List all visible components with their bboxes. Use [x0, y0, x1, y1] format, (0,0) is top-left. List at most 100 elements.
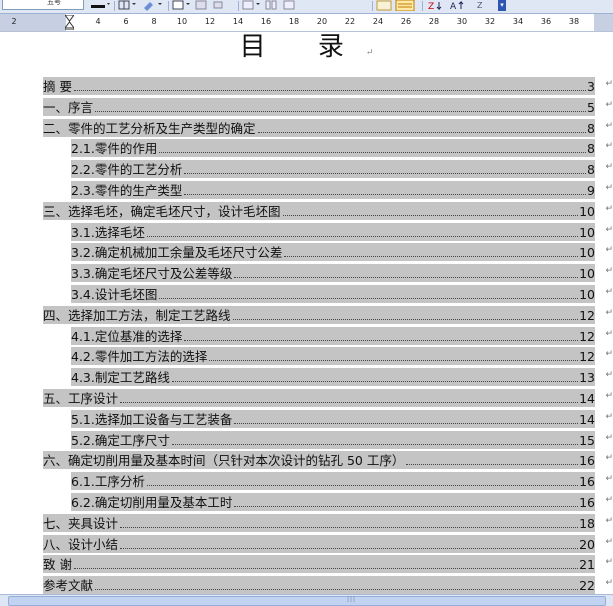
paragraph-mark: ↵: [605, 411, 613, 422]
toc-entry[interactable]: 3.1.选择毛坯 10 ↵: [43, 222, 613, 243]
toc-entry-text: 5.1.选择加工设备与工艺装备: [71, 411, 233, 427]
toc-entry-field[interactable]: 3.1.选择毛坯 10: [71, 222, 595, 241]
toc-entry-field[interactable]: 2.2.零件的工艺分析 8: [71, 160, 595, 179]
paragraph-mark: ↵: [605, 578, 613, 589]
toc-entry[interactable]: 一、序言 5 ↵: [43, 97, 613, 118]
toc-dot-leader: [184, 172, 587, 175]
toc-entry[interactable]: 6.2.确定切削用量及基本工时 16 ↵: [43, 492, 613, 513]
paragraph-mark: ↵: [605, 162, 613, 173]
toc-entry[interactable]: 六、确定切削用量及基本时间（只针对本次设计的钻孔 50 工序） 16 ↵: [43, 450, 613, 471]
ruler-tick-label: 28: [428, 17, 440, 26]
toc-entry[interactable]: 2.1.零件的作用 8 ↵: [43, 138, 613, 159]
paragraph-mark: ↵: [605, 307, 613, 318]
toc-entry[interactable]: 摘 要 3 ↵: [43, 76, 613, 97]
toc-entry[interactable]: 6.1.工序分析 16 ↵: [43, 471, 613, 492]
toc-entry-text: 三、选择毛坯，确定毛坯尺寸，设计毛坯图: [43, 203, 281, 219]
document-page[interactable]: 目 录↵ 摘 要 3 ↵ 一、序言 5 ↵ 二、零件的工艺分析及生产类型的确定 8 ↵ 2.1.零…: [0, 32, 613, 596]
sort-descending-icon[interactable]: A: [450, 0, 468, 12]
toc-entry-field[interactable]: 3.3.确定毛坯尺寸及公差等级 10: [71, 264, 595, 283]
columns-icon[interactable]: [242, 0, 302, 11]
toc-entry-field[interactable]: 一、序言 5: [43, 97, 595, 116]
ruler-tick-label: 12: [204, 17, 216, 26]
table-of-contents: 摘 要 3 ↵ 一、序言 5 ↵ 二、零件的工艺分析及生产类型的确定 8 ↵ 2.1.零件的作用 8…: [43, 76, 613, 596]
toc-entry-field[interactable]: 摘 要 3: [43, 77, 595, 95]
toc-entry-field[interactable]: 五、工序设计 14: [43, 388, 595, 407]
toc-entry[interactable]: 四、选择加工方法，制定工艺路线 12 ↵: [43, 305, 613, 326]
ruler-tick-label: 18: [288, 17, 300, 26]
toolbar-options-icon[interactable]: ▾: [498, 0, 506, 11]
toc-entry-field[interactable]: 二、零件的工艺分析及生产类型的确定 8: [43, 118, 595, 137]
drawing-icon[interactable]: [376, 0, 418, 12]
sort-ascending-icon[interactable]: Z: [428, 0, 446, 12]
toc-entry[interactable]: 三、选择毛坯，确定毛坯尺寸，设计毛坯图 10 ↵: [43, 201, 613, 222]
table-icon[interactable]: [172, 0, 232, 11]
toc-entry[interactable]: 致 谢 21 ↵: [43, 554, 613, 575]
toc-entry[interactable]: 5.2.确定工序尺寸 15 ↵: [43, 430, 613, 451]
toc-page-number: 8: [587, 141, 595, 157]
toc-entry-field[interactable]: 6.2.确定切削用量及基本工时 16: [71, 492, 595, 511]
toc-entry[interactable]: 3.3.确定毛坯尺寸及公差等级 10 ↵: [43, 263, 613, 284]
toc-entry-text: 6.1.工序分析: [71, 474, 145, 490]
toc-entry-field[interactable]: 4.1.定位基准的选择 12: [71, 326, 595, 345]
toc-entry-field[interactable]: 2.1.零件的作用 8: [71, 139, 595, 158]
paragraph-mark: ↵: [605, 203, 613, 214]
toc-entry-field[interactable]: 3.2.确定机械加工余量及毛坯尺寸公差 10: [71, 243, 595, 262]
paragraph-mark: ↵: [605, 494, 613, 505]
toc-entry[interactable]: 3.2.确定机械加工余量及毛坯尺寸公差 10 ↵: [43, 242, 613, 263]
paragraph-mark: ↵: [605, 328, 613, 339]
toc-entry-field[interactable]: 四、选择加工方法，制定工艺路线 12: [43, 305, 595, 324]
toc-entry-field[interactable]: 七、夹具设计 18: [43, 513, 595, 532]
toc-entry-field[interactable]: 4.3.制定工艺路线 13: [71, 368, 595, 387]
toc-entry[interactable]: 4.1.定位基准的选择 12 ↵: [43, 326, 613, 347]
toc-entry[interactable]: 4.3.制定工艺路线 13 ↵: [43, 367, 613, 388]
toc-dot-leader: [159, 151, 587, 154]
toc-entry-field[interactable]: 参考文献 22: [43, 576, 595, 595]
toc-entry-field[interactable]: 2.3.零件的生产类型 9: [71, 180, 595, 199]
border-icon[interactable]: [118, 0, 140, 11]
toc-dot-leader: [282, 214, 579, 216]
toc-page-number: 10: [579, 286, 595, 302]
toolbar-separator: [168, 1, 169, 11]
toolbar-separator: [422, 1, 423, 11]
toc-dot-leader: [284, 255, 579, 258]
ruler-tick-label: 4: [95, 17, 101, 26]
toc-entry-field[interactable]: 八、设计小结 20: [43, 534, 595, 553]
toc-entry[interactable]: 4.2.零件加工方法的选择 12 ↵: [43, 346, 613, 367]
toc-page-number: 8: [587, 162, 595, 178]
toc-entry-field[interactable]: 致 谢 21: [43, 555, 595, 574]
horizontal-scrollbar[interactable]: |||: [0, 594, 613, 606]
font-size-select[interactable]: 五号: [2, 0, 84, 10]
toc-entry-text: 摘 要: [43, 79, 72, 94]
toc-entry-field[interactable]: 5.1.选择加工设备与工艺装备 14: [71, 409, 595, 428]
toc-entry[interactable]: 五、工序设计 14 ↵: [43, 388, 613, 409]
paragraph-mark: ↵: [605, 79, 613, 89]
sum-icon[interactable]: Z: [476, 0, 490, 11]
toc-entry-text: 6.2.确定切削用量及基本工时: [71, 494, 233, 510]
toc-entry-field[interactable]: 3.4.设计毛坯图 10: [71, 284, 595, 303]
toc-entry-field[interactable]: 六、确定切削用量及基本时间（只针对本次设计的钻孔 50 工序） 16: [43, 451, 595, 470]
toc-entry[interactable]: 二、零件的工艺分析及生产类型的确定 8 ↵: [43, 118, 613, 139]
toc-entry[interactable]: 2.2.零件的工艺分析 8 ↵: [43, 159, 613, 180]
toc-entry[interactable]: 七、夹具设计 18 ↵: [43, 513, 613, 534]
ruler-tick-label: 24: [372, 17, 384, 26]
paragraph-mark: ↵: [605, 349, 613, 360]
toc-page-number: 10: [579, 224, 595, 240]
toc-entry-field[interactable]: 5.2.确定工序尺寸 15: [71, 430, 595, 449]
highlight-icon[interactable]: [142, 0, 164, 11]
toc-page-number: 14: [579, 411, 595, 427]
toc-entry[interactable]: 2.3.零件的生产类型 9 ↵: [43, 180, 613, 201]
toc-entry[interactable]: 八、设计小结 20 ↵: [43, 534, 613, 555]
toc-entry-field[interactable]: 4.2.零件加工方法的选择 12: [71, 347, 595, 366]
toc-entry-field[interactable]: 三、选择毛坯，确定毛坯尺寸，设计毛坯图 10: [43, 201, 595, 220]
ruler-tick-label: 22: [344, 17, 356, 26]
toc-entry[interactable]: 3.4.设计毛坯图 10 ↵: [43, 284, 613, 305]
toc-entry-field[interactable]: 6.1.工序分析 16: [71, 472, 595, 491]
paragraph-mark: ↵: [605, 515, 613, 526]
toc-entry-text: 2.1.零件的作用: [71, 141, 158, 157]
toc-entry[interactable]: 参考文献 22 ↵: [43, 575, 613, 596]
font-color-icon[interactable]: [90, 0, 112, 11]
toc-entry[interactable]: 5.1.选择加工设备与工艺装备 14 ↵: [43, 409, 613, 430]
toc-dot-leader: [120, 526, 579, 528]
paragraph-mark: ↵: [605, 286, 613, 297]
toc-page-number: 9: [587, 182, 595, 198]
